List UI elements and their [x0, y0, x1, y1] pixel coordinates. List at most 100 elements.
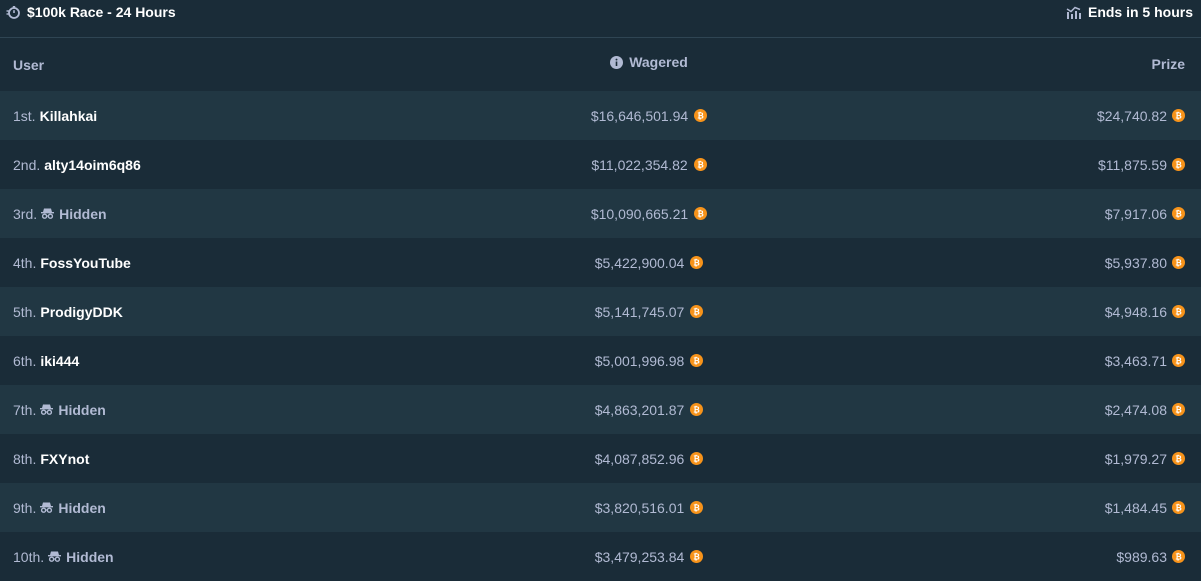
prize-amount: $1,484.45 [1104, 499, 1167, 516]
wagered-amount: $4,863,201.87 [594, 401, 685, 418]
username[interactable]: FXYnot [40, 451, 89, 467]
btc-coin-icon: ₿ [1172, 452, 1185, 465]
prize-cell: $24,740.82 ₿ [785, 108, 1185, 124]
prize-amount: $3,463.71 [1104, 352, 1167, 369]
svg-text:₿: ₿ [697, 209, 704, 218]
prize-amount: $7,917.06 [1104, 205, 1167, 222]
rank-label: 2nd. [13, 156, 41, 173]
btc-coin-icon: ₿ [1172, 256, 1185, 269]
btc-coin-icon: ₿ [1172, 550, 1185, 563]
username: Hidden [58, 499, 106, 516]
rank-label: 7th. [13, 401, 37, 418]
prize-cell: $7,917.06 ₿ [785, 206, 1185, 222]
btc-coin-icon: ₿ [690, 305, 704, 318]
svg-text:₿: ₿ [697, 160, 704, 169]
prize-cell: $3,463.71 ₿ [785, 353, 1185, 369]
wagered-amount: $11,022,354.82 [591, 156, 688, 173]
race-title-group: $100k Race - 24 Hours [6, 4, 176, 20]
wagered-cell: $5,422,900.04 ₿ [513, 255, 785, 271]
table-row: 6th. iki444 $5,001,996.98 ₿ $3,463.71 ₿ [0, 336, 1201, 385]
table-row: 3rd. Hidden $10,090,665.21 ₿ $7,917.06 ₿ [0, 189, 1201, 238]
column-header-wagered: Wagered [513, 54, 785, 70]
btc-coin-icon: ₿ [690, 452, 704, 465]
btc-coin-icon: ₿ [1172, 207, 1185, 220]
btc-coin-icon: ₿ [694, 109, 708, 122]
wagered-amount: $5,422,900.04 [594, 254, 685, 271]
hidden-user-icon [40, 502, 54, 513]
svg-text:₿: ₿ [1175, 454, 1182, 463]
table-header: User Wagered Prize [0, 39, 1201, 91]
user-cell: 4th. FossYouTube [13, 255, 513, 271]
svg-text:₿: ₿ [1175, 307, 1182, 316]
prize-cell: $2,474.08 ₿ [785, 402, 1185, 418]
username[interactable]: Killahkai [40, 108, 98, 124]
user-cell: 8th. FXYnot [13, 451, 513, 467]
user-cell: 2nd. alty14oim6q86 [13, 157, 513, 173]
svg-text:₿: ₿ [1175, 356, 1182, 365]
wagered-amount: $4,087,852.96 [594, 450, 685, 467]
table-row: 7th. Hidden $4,863,201.87 ₿ $2,474.08 ₿ [0, 385, 1201, 434]
prize-amount: $11,875.59 [1097, 156, 1167, 173]
prize-cell: $1,484.45 ₿ [785, 500, 1185, 516]
username[interactable]: iki444 [40, 353, 79, 369]
svg-text:₿: ₿ [697, 111, 704, 120]
rank-label: 3rd. [13, 205, 38, 222]
user-cell: 10th. Hidden [13, 549, 513, 565]
leaderboard-table: User Wagered Prize 1st. Killahkai $16,64… [0, 39, 1201, 581]
hidden-user-icon [41, 208, 55, 219]
username[interactable]: FossYouTube [40, 255, 130, 271]
btc-coin-icon: ₿ [690, 256, 704, 269]
svg-text:₿: ₿ [694, 258, 701, 267]
svg-text:₿: ₿ [1175, 258, 1182, 267]
wagered-amount: $16,646,501.94 [590, 107, 689, 124]
wagered-amount: $5,001,996.98 [594, 352, 685, 369]
username: Hidden [66, 548, 114, 565]
table-row: 8th. FXYnot $4,087,852.96 ₿ $1,979.27 ₿ [0, 434, 1201, 483]
username[interactable]: alty14oim6q86 [44, 157, 141, 173]
column-header-prize: Prize [1151, 55, 1185, 72]
btc-coin-icon: ₿ [694, 207, 708, 220]
wagered-cell: $10,090,665.21 ₿ [513, 206, 785, 222]
btc-coin-icon: ₿ [1172, 109, 1185, 122]
rank-label: 10th. [13, 548, 45, 565]
race-ends-status: Ends in 5 hours [1087, 3, 1193, 20]
btc-coin-icon: ₿ [1172, 403, 1185, 416]
wagered-cell: $11,022,354.82 ₿ [513, 157, 785, 173]
svg-text:₿: ₿ [694, 503, 701, 512]
user-cell: 9th. Hidden [13, 500, 513, 516]
btc-coin-icon: ₿ [690, 403, 704, 416]
race-header: $100k Race - 24 Hours Ends in 5 hours [0, 0, 1201, 38]
prize-cell: $5,937.80 ₿ [785, 255, 1185, 271]
prize-cell: $989.63 ₿ [785, 549, 1185, 565]
user-cell: 1st. Killahkai [13, 108, 513, 124]
wagered-cell: $3,820,516.01 ₿ [513, 500, 785, 516]
prize-cell: $11,875.59 ₿ [785, 157, 1185, 173]
table-row: 1st. Killahkai $16,646,501.94 ₿ $24,740.… [0, 91, 1201, 140]
info-icon[interactable] [610, 55, 624, 69]
column-header-user: User [13, 57, 45, 73]
prize-amount: $989.63 [1116, 548, 1167, 565]
wagered-amount: $3,820,516.01 [594, 499, 685, 516]
rank-label: 9th. [13, 499, 37, 516]
svg-text:₿: ₿ [694, 405, 701, 414]
username[interactable]: ProdigyDDK [40, 304, 122, 320]
wagered-amount: $5,141,745.07 [594, 303, 685, 320]
rank-label: 5th. [13, 303, 37, 320]
prize-amount: $5,937.80 [1104, 254, 1167, 271]
user-cell: 6th. iki444 [13, 353, 513, 369]
table-row: 9th. Hidden $3,820,516.01 ₿ $1,484.45 ₿ [0, 483, 1201, 532]
table-row: 4th. FossYouTube $5,422,900.04 ₿ $5,937.… [0, 238, 1201, 287]
wagered-cell: $16,646,501.94 ₿ [513, 108, 785, 124]
hidden-user-icon [48, 551, 62, 562]
prize-amount: $2,474.08 [1104, 401, 1167, 418]
table-row: 5th. ProdigyDDK $5,141,745.07 ₿ $4,948.1… [0, 287, 1201, 336]
btc-coin-icon: ₿ [690, 550, 704, 563]
btc-coin-icon: ₿ [1172, 158, 1185, 171]
chart-trend-icon [1066, 5, 1081, 19]
wagered-cell: $5,141,745.07 ₿ [513, 304, 785, 320]
username: Hidden [58, 401, 106, 418]
user-cell: 7th. Hidden [13, 402, 513, 418]
wagered-amount: $3,479,253.84 [594, 548, 685, 565]
svg-text:₿: ₿ [1175, 503, 1182, 512]
svg-text:₿: ₿ [694, 454, 701, 463]
